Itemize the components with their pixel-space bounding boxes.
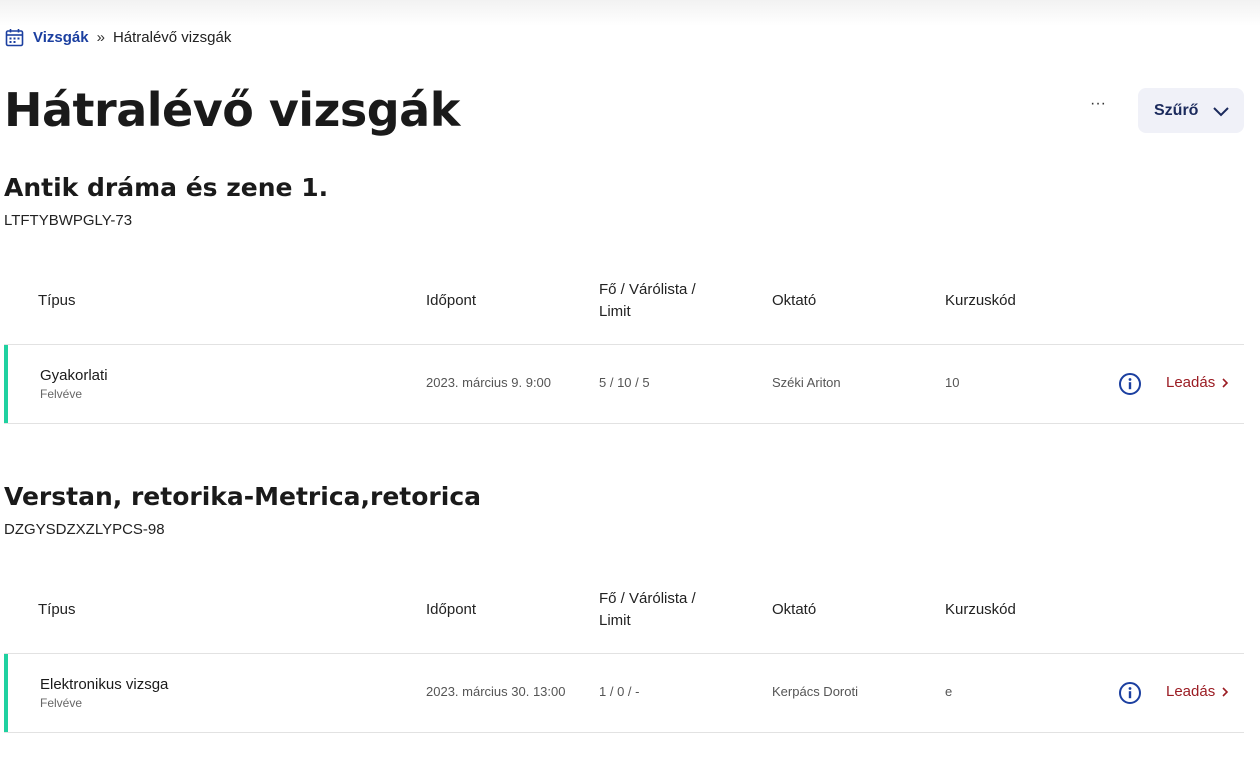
- exam-seats: 5 / 10 / 5: [599, 375, 650, 390]
- breadcrumb-current: Hátralévő vizsgák: [112, 28, 232, 46]
- drop-exam-label: Leadás: [1166, 683, 1216, 700]
- more-options-button[interactable]: ···: [1084, 96, 1112, 120]
- drop-exam-label: Leadás: [1166, 374, 1216, 391]
- column-header-seats-line1: Fő / Várólista /: [599, 590, 696, 607]
- info-icon[interactable]: [1118, 681, 1142, 705]
- breadcrumb-link-exams[interactable]: Vizsgák: [33, 29, 89, 46]
- course-code: LTFTYBWPGLY-73: [4, 212, 133, 229]
- breadcrumb: Vizsgák » Hátralévő vizsgák: [5, 26, 231, 48]
- breadcrumb-separator: »: [96, 28, 105, 46]
- column-header-time: Időpont: [426, 292, 477, 309]
- course-title: Verstan, retorika-Metrica,retorica: [4, 482, 482, 511]
- column-header-seats-line1: Fő / Várólista /: [599, 281, 696, 298]
- exam-seats: 1 / 0 / -: [599, 684, 640, 699]
- exam-time: 2023. március 30. 13:00: [426, 684, 566, 699]
- exam-type: Gyakorlati: [40, 367, 108, 384]
- column-header-time: Időpont: [426, 601, 477, 618]
- exam-course-code: e: [945, 684, 953, 699]
- exam-teacher: Kerpács Doroti: [772, 684, 858, 699]
- column-header-course-code: Kurzuskód: [945, 601, 1016, 618]
- column-header-seats: Fő / Várólista / Limit: [599, 279, 696, 323]
- filter-button[interactable]: Szűrő: [1138, 88, 1244, 133]
- drop-exam-link[interactable]: Leadás: [1166, 374, 1229, 391]
- column-header-type: Típus: [38, 601, 76, 618]
- drop-exam-link[interactable]: Leadás: [1166, 683, 1229, 700]
- exam-type: Elektronikus vizsga: [40, 676, 169, 693]
- exam-time: 2023. március 9. 9:00: [426, 375, 552, 390]
- page-title: Hátralévő vizsgák: [4, 83, 460, 137]
- column-header-type: Típus: [38, 292, 76, 309]
- course-code: DZGYSDZXZLYPCS-98: [4, 521, 165, 538]
- chevron-right-icon: [1221, 377, 1229, 389]
- top-bar: [0, 0, 1260, 26]
- column-header-seats-line2: Limit: [599, 303, 631, 320]
- exam-teacher: Széki Ariton: [772, 375, 841, 390]
- filter-label: Szűrő: [1154, 101, 1199, 119]
- column-header-teacher: Oktató: [772, 601, 817, 618]
- column-header-teacher: Oktató: [772, 292, 817, 309]
- exam-status: Felvéve: [40, 387, 83, 401]
- column-header-seats: Fő / Várólista / Limit: [599, 588, 696, 632]
- column-header-seats-line2: Limit: [599, 612, 631, 629]
- calendar-icon: [5, 28, 24, 47]
- exam-status: Felvéve: [40, 696, 83, 710]
- course-title: Antik dráma és zene 1.: [4, 173, 329, 202]
- exam-row[interactable]: Gyakorlati Felvéve 2023. március 9. 9:00…: [4, 344, 1244, 424]
- exam-course-code: 10: [945, 375, 960, 390]
- info-icon[interactable]: [1118, 372, 1142, 396]
- column-header-course-code: Kurzuskód: [945, 292, 1016, 309]
- chevron-right-icon: [1221, 686, 1229, 698]
- exam-row[interactable]: Elektronikus vizsga Felvéve 2023. márciu…: [4, 653, 1244, 733]
- chevron-down-icon: [1212, 105, 1230, 117]
- row-status-indicator: [4, 654, 8, 732]
- row-status-indicator: [4, 345, 8, 423]
